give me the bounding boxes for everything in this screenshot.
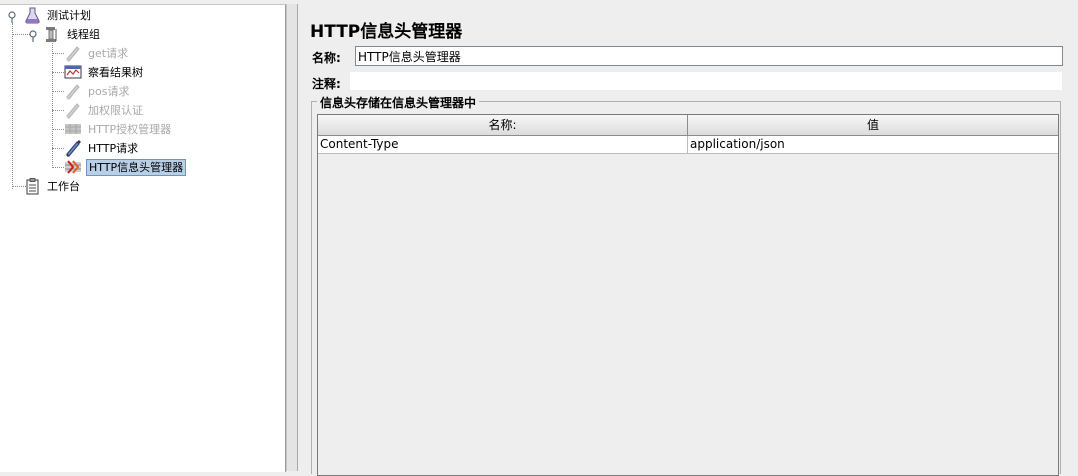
tree-connector [52,72,64,73]
test-plan-icon [25,7,40,23]
tree-connector [52,53,64,54]
workbench-icon [26,177,39,194]
tree-connector [52,129,64,130]
tree-node-label: HTTP信息头管理器 [86,158,187,176]
comment-label: 注释: [312,77,341,91]
tree-node-label: 测试计划 [47,8,91,22]
tree-connector [12,23,13,189]
thread-group-icon [46,26,57,42]
tree-node-http-request[interactable]: HTTP请求 [64,139,140,157]
tree-node-label: HTTP授权管理器 [88,122,172,136]
tree-node-label: 线程组 [67,27,100,41]
tree-node-label: 察看结果树 [88,65,143,79]
name-field[interactable] [355,46,1063,66]
tree-node-get-request[interactable]: get请求 [64,44,130,62]
name-label: 名称: [312,51,341,65]
tree-connector [52,167,64,168]
group-title: 信息头存储在信息头管理器中 [317,94,480,111]
header-manager-icon [65,160,81,174]
name-row: 名称: [310,46,1063,68]
comment-row: 注释: [310,72,1062,92]
tree-node-workbench[interactable]: 工作台 [24,177,82,195]
http-sampler-icon [66,103,80,119]
tree-node-label: 加权限认证 [88,103,143,117]
column-header-name[interactable]: 名称: [318,115,688,135]
column-header-value[interactable]: 值 [688,115,1058,135]
http-sampler-icon [66,46,80,62]
header-value-cell[interactable]: application/json [688,136,1058,153]
auth-manager-icon [65,124,81,134]
result-tree-icon [64,65,82,79]
headers-group: 信息头存储在信息头管理器中 名称: 值 Content-Type applica… [311,94,1061,476]
tree-node-label: 工作台 [47,179,80,193]
tree-node-header-manager[interactable]: HTTP信息头管理器 [64,158,187,176]
tree-node-thread-group[interactable]: 线程组 [44,25,102,43]
http-sampler-icon [66,84,80,100]
tree-connector [52,91,64,92]
header-manager-panel: HTTP信息头管理器 名称: 注释: 信息头存储在信息头管理器中 名称: 值 C… [298,4,1074,476]
expand-handle-icon[interactable] [28,30,40,42]
tree-connector [52,43,53,168]
page-title: HTTP信息头管理器 [310,22,463,42]
tree-node-auth-manager[interactable]: HTTP授权管理器 [64,120,173,138]
tree-connector [52,110,64,111]
header-name-cell[interactable]: Content-Type [318,136,688,153]
table-header: 名称: 值 [318,115,1058,136]
tree-node-result-tree[interactable]: 察看结果树 [64,63,145,81]
tree-node-label: get请求 [88,46,129,60]
tree-node-pos-request[interactable]: pos请求 [64,82,131,100]
tree-node-label: pos请求 [88,84,130,98]
split-pane-divider[interactable] [286,4,298,471]
tree-node-test-plan[interactable]: 测试计划 [24,6,93,24]
tree-node-label: HTTP请求 [88,141,139,155]
tree-node-auth-request[interactable]: 加权限认证 [64,101,145,119]
http-sampler-icon [66,140,81,157]
table-row[interactable]: Content-Type application/json [318,136,1058,154]
test-plan-tree[interactable]: 测试计划 线程组 get请求 察看结果树 pos请求 加权限认证 HTTP授权管… [0,4,286,472]
tree-connector [52,148,64,149]
comment-field[interactable] [350,72,1062,90]
expand-handle-icon[interactable] [7,11,19,23]
headers-table[interactable]: 名称: 值 Content-Type application/json [317,114,1059,476]
